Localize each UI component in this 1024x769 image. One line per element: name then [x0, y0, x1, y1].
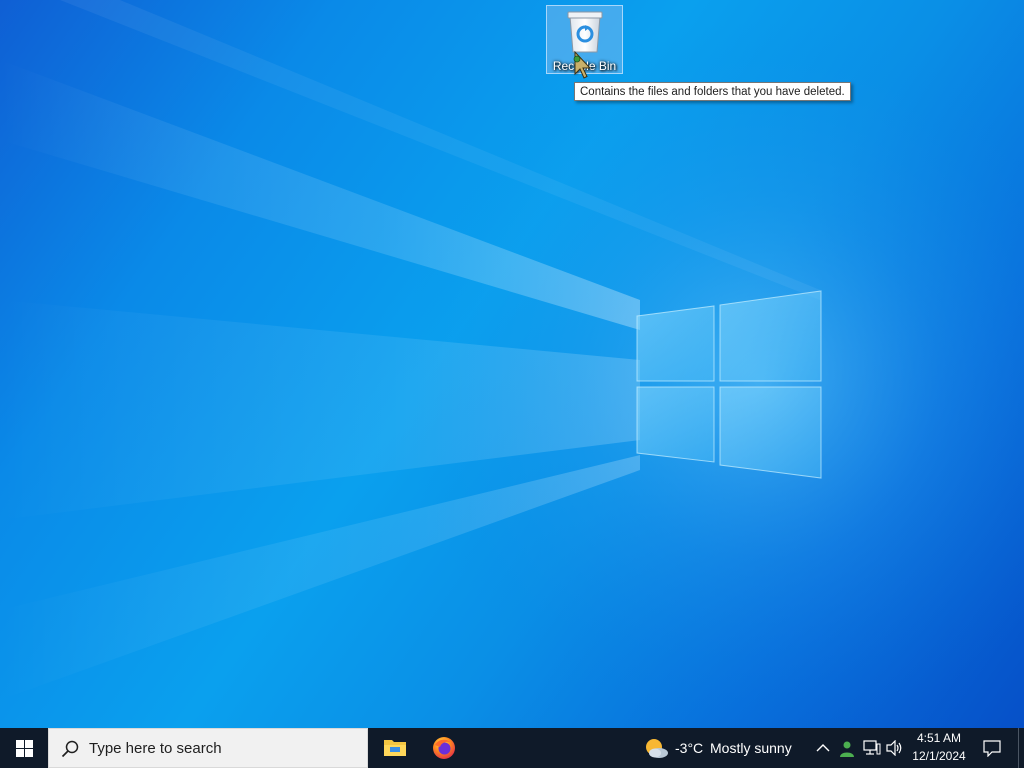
- show-hidden-icons-button[interactable]: [811, 728, 835, 768]
- taskbar-file-explorer-button[interactable]: [371, 728, 419, 768]
- search-icon: [61, 740, 79, 758]
- taskbar-firefox-button[interactable]: [420, 728, 468, 768]
- weather-temperature: -3°C: [675, 740, 704, 756]
- clock-date: 12/1/2024: [912, 749, 966, 763]
- notification-icon: [983, 740, 1001, 757]
- wallpaper: [0, 0, 1024, 728]
- desktop[interactable]: Recycle Bin Contains the files and folde…: [0, 0, 1024, 728]
- volume-icon: [886, 740, 902, 756]
- recycle-bin-icon: [567, 11, 603, 53]
- taskbar: Type here to search -3°C Mostly sunny 4:…: [0, 728, 1024, 768]
- weather-widget[interactable]: -3°C Mostly sunny: [640, 728, 802, 768]
- recycle-bin-tooltip: Contains the files and folders that you …: [574, 82, 851, 101]
- start-button[interactable]: [0, 728, 48, 768]
- mouse-cursor-icon: [573, 50, 592, 79]
- partly-sunny-icon: [646, 739, 668, 758]
- weather-condition: Mostly sunny: [710, 740, 792, 756]
- people-icon: [840, 741, 854, 757]
- action-center-button[interactable]: [976, 728, 1008, 768]
- folder-icon: [384, 740, 406, 756]
- taskbar-search-box[interactable]: Type here to search: [48, 728, 368, 768]
- chevron-up-icon: [816, 744, 830, 752]
- show-desktop-button[interactable]: [1018, 728, 1024, 768]
- firefox-icon: [433, 737, 455, 759]
- search-placeholder: Type here to search: [89, 740, 222, 757]
- windows-logo-icon: [16, 740, 33, 757]
- tray-volume-button[interactable]: [882, 728, 906, 768]
- network-icon: [863, 740, 881, 755]
- taskbar-clock[interactable]: 4:51 AM 12/1/2024: [908, 728, 970, 768]
- clock-time: 4:51 AM: [916, 731, 962, 745]
- tray-people-button[interactable]: [834, 728, 858, 768]
- tray-network-button[interactable]: [859, 728, 883, 768]
